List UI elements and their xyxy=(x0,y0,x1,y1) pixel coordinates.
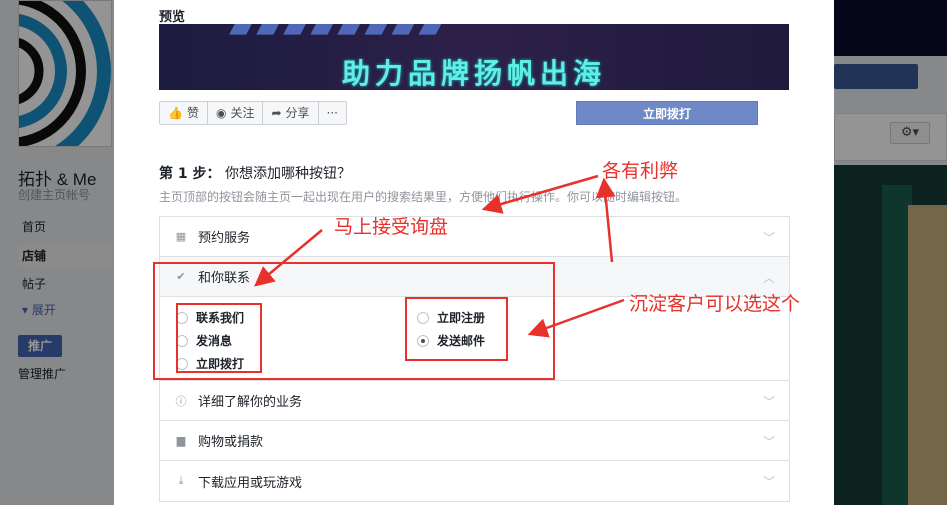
banner-text: 助力品牌扬帆出海 xyxy=(341,57,606,90)
page-action-bar: 👍 赞 ◉ 关注 ➦ 分享 ··· xyxy=(159,101,347,125)
rss-icon: ◉ xyxy=(215,106,227,120)
download-icon: ⤓ xyxy=(178,474,184,487)
preview-label: 预览 xyxy=(159,10,186,25)
annotation-retain-customers: 沉淀客户可以选这个 xyxy=(629,293,801,315)
follow-button[interactable]: ◉ 关注 xyxy=(208,102,264,124)
chevron-down-icon: ﹀ xyxy=(762,395,775,409)
chevron-down-icon: ﹀ xyxy=(762,475,775,489)
step-title: 第 1 步： 你想添加哪种按钮？ xyxy=(159,166,351,182)
annotation-inquiries: 马上接受询盘 xyxy=(334,216,449,238)
annotation-pros-cons: 各有利弊 xyxy=(602,160,679,182)
shopping-bag-icon: ▆ xyxy=(176,434,186,447)
banner-decoration: ▰▰▰▰▰▰▰▰ xyxy=(229,24,446,45)
more-button[interactable]: ··· xyxy=(319,102,346,124)
chevron-down-icon: ﹀ xyxy=(762,435,775,449)
category-download-app[interactable]: ⤓ 下载应用或玩游戏 ﹀ xyxy=(160,461,789,501)
call-now-preview-button[interactable]: 立即拨打 xyxy=(576,101,758,125)
calendar-icon: ▦ xyxy=(175,230,187,243)
share-button[interactable]: ➦ 分享 xyxy=(263,102,319,124)
add-button-dialog: 预览 ▰▰▰▰▰▰▰▰ 助力品牌扬帆出海 👍 赞 ◉ 关注 ➦ 分享 ··· 立即拨打… xyxy=(114,0,834,505)
annotation-box-right-options xyxy=(405,297,508,361)
cover-preview: ▰▰▰▰▰▰▰▰ 助力品牌扬帆出海 xyxy=(159,24,789,90)
chevron-down-icon: ﹀ xyxy=(762,231,775,245)
share-arrow-icon: ➦ xyxy=(271,106,282,120)
annotation-box-left-options xyxy=(176,303,262,373)
category-learn-more[interactable]: ⓘ 详细了解你的业务 ﹀ xyxy=(160,381,789,421)
thumbs-up-icon: 👍 xyxy=(168,106,183,120)
like-button[interactable]: 👍 赞 xyxy=(160,102,208,124)
step-description: 主页顶部的按钮会随主页一起出现在用户的搜索结果里，方便他们执行操作。你可以随时编… xyxy=(159,190,688,204)
category-shop-donate[interactable]: ▆ 购物或捐款 ﹀ xyxy=(160,421,789,461)
category-book-services[interactable]: ▦ 预约服务 ﹀ xyxy=(160,217,789,257)
info-icon: ⓘ xyxy=(175,394,187,408)
chevron-up-icon: ︿ xyxy=(762,271,775,285)
